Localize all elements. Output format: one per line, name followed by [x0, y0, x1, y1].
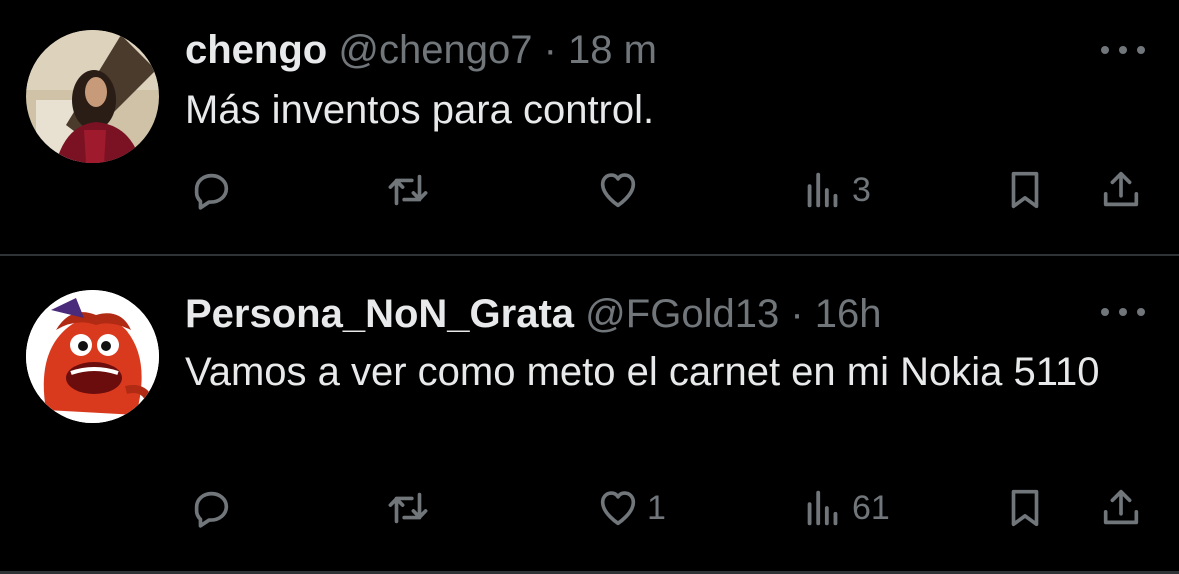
more-icon[interactable] — [1101, 302, 1145, 322]
tweet-actions: 3 — [185, 160, 1155, 220]
like-count: 1 — [647, 488, 666, 527]
share-button[interactable] — [1098, 478, 1144, 538]
reply-button[interactable] — [188, 478, 240, 538]
views-button[interactable]: 61 — [800, 478, 890, 538]
bookmark-button[interactable] — [1002, 478, 1048, 538]
user-handle[interactable]: @chengo7 — [338, 28, 532, 72]
avatar[interactable] — [26, 290, 159, 423]
views-icon — [807, 172, 838, 208]
like-button[interactable] — [595, 160, 647, 220]
like-button[interactable]: 1 — [595, 478, 666, 538]
timestamp[interactable]: 18 m — [568, 28, 657, 72]
reply-icon — [194, 491, 229, 528]
share-icon — [1103, 171, 1139, 207]
display-name[interactable]: Persona_NoN_Grata — [185, 292, 574, 336]
timestamp[interactable]: 16h — [815, 292, 882, 336]
bookmark-icon — [1011, 489, 1039, 527]
share-button[interactable] — [1098, 160, 1144, 220]
more-icon[interactable] — [1101, 40, 1145, 60]
display-name[interactable]: chengo — [185, 28, 327, 72]
tweet-actions: 1 61 — [185, 478, 1155, 538]
views-icon — [807, 490, 838, 526]
reply-icon — [194, 173, 229, 210]
tweet-text: Más inventos para control. — [185, 88, 655, 132]
like-icon — [600, 491, 636, 526]
retweet-icon — [388, 492, 428, 524]
tweet-chengo[interactable]: chengo @chengo7 · 18 m Más inventos para… — [0, 0, 1179, 254]
tweet-text: Vamos a ver como meto el carnet en mi No… — [185, 350, 1100, 394]
bookmark-button[interactable] — [1002, 160, 1048, 220]
tweet-header: chengo @chengo7 · 18 m — [185, 26, 657, 74]
retweet-button[interactable] — [385, 160, 437, 220]
separator: · — [790, 292, 804, 336]
views-button[interactable]: 3 — [800, 160, 871, 220]
separator: · — [543, 28, 557, 72]
tweet-persona-non-grata[interactable]: Persona_NoN_Grata @FGold13 · 16h Vamos a… — [0, 256, 1179, 574]
reply-button[interactable] — [188, 160, 240, 220]
views-count: 61 — [852, 488, 890, 527]
avatar[interactable] — [26, 30, 159, 163]
retweet-icon — [388, 174, 428, 206]
share-icon — [1103, 489, 1139, 525]
tweet-header: Persona_NoN_Grata @FGold13 · 16h — [185, 290, 882, 338]
user-handle[interactable]: @FGold13 — [585, 292, 779, 336]
bookmark-icon — [1011, 171, 1039, 209]
views-count: 3 — [852, 170, 871, 209]
like-icon — [600, 173, 636, 208]
retweet-button[interactable] — [385, 478, 437, 538]
